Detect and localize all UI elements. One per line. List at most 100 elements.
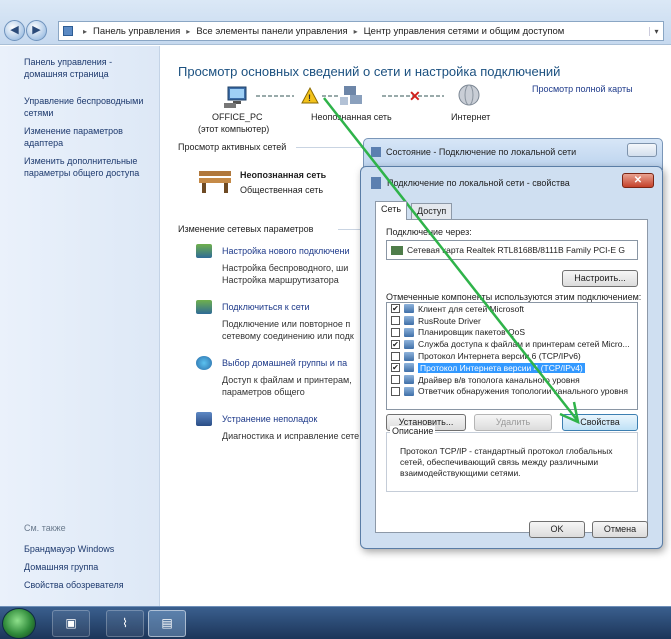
active-networks-heading: Просмотр активных сетей [178, 142, 287, 152]
component-icon [404, 363, 414, 373]
back-icon[interactable]: ◀ [4, 20, 25, 41]
task-desc: Доступ к файлам и принтерам, [222, 375, 352, 385]
chart-icon[interactable]: ⌇ [106, 610, 144, 637]
network-card-icon [391, 245, 403, 255]
task-desc: Настройка маршрутизатора [222, 275, 339, 285]
network-adapter-icon [371, 177, 381, 189]
component-checkbox[interactable]: ✔ [391, 304, 400, 314]
list-item[interactable]: Планировщик пакетов QoS [387, 327, 637, 339]
task-link[interactable]: Настройка нового подключени [222, 246, 350, 256]
tab-sharing[interactable]: Доступ [411, 203, 453, 219]
breadcrumb-item[interactable]: Все элементы панели управления [196, 26, 347, 37]
sidebar-item-adapter[interactable]: Изменение параметров адаптера [24, 125, 156, 149]
component-name: Служба доступа к файлам и принтерам сете… [418, 339, 630, 350]
chevron-right-icon: ▸ [186, 26, 191, 36]
component-icon [404, 375, 414, 385]
chevron-down-icon[interactable]: ▾ [649, 26, 663, 36]
adapter-field: Сетевая карта Realtek RTL8168B/8111B Fam… [386, 240, 638, 260]
component-checkbox[interactable] [391, 327, 400, 337]
pc-name: OFFICE_PC [212, 112, 263, 122]
component-icon [404, 351, 414, 361]
list-item[interactable]: ✔ Служба доступа к файлам и принтерам сет… [387, 338, 637, 350]
list-item[interactable]: ✔ Клиент для сетей Microsoft [387, 303, 637, 315]
task-link[interactable]: Устранение неполадок [222, 414, 317, 424]
components-list: ✔ Клиент для сетей Microsoft RusRoute Dri… [386, 302, 638, 410]
task-link[interactable]: Выбор домашней группы и па [222, 358, 347, 368]
svg-text:✕: ✕ [409, 88, 421, 104]
properties-dialog: Подключение по локальной сети - свойства… [360, 166, 663, 549]
cancel-button[interactable]: Отмена [592, 521, 648, 538]
new-connection-icon [196, 244, 212, 258]
homegroup-icon [196, 356, 212, 370]
component-checkbox[interactable] [391, 351, 400, 361]
active-net-name: Неопознанная сеть [240, 170, 327, 180]
pc-subtitle: (этот компьютер) [198, 124, 270, 134]
breadcrumb[interactable]: ▸ Панель управления ▸ Все элементы панел… [58, 21, 664, 41]
close-button[interactable] [627, 143, 657, 157]
component-name: RusRoute Driver [418, 315, 481, 326]
chevron-right-icon: ▸ [353, 26, 358, 36]
svg-text:!: ! [308, 93, 311, 103]
network-center-icon[interactable]: ▤ [148, 610, 186, 637]
list-item-selected[interactable]: ✔ Протокол Интернета версии 4 (TCP/IPv4) [387, 362, 637, 374]
component-icon [404, 339, 414, 349]
see-also-heading: См. также [24, 523, 66, 533]
address-bar: ◀ ▶ ▸ Панель управления ▸ Все элементы п… [0, 0, 671, 45]
properties-button[interactable]: Свойства [562, 414, 638, 431]
warning-icon: ! [301, 86, 319, 104]
components-label: Отмеченные компоненты используются этим … [386, 292, 642, 302]
list-item[interactable]: Ответчик обнаружения топологии канальног… [387, 386, 637, 398]
component-checkbox[interactable] [391, 375, 400, 385]
disconnected-icon: ✕ [409, 88, 421, 104]
task-desc: сетевому соединению или подк [222, 331, 354, 341]
breadcrumb-item[interactable]: Панель управления [93, 26, 180, 37]
description-text: Протокол TCP/IP - стандартный протокол г… [400, 446, 613, 478]
network-map-graphic: ! ✕ [224, 84, 480, 108]
list-item[interactable]: RusRoute Driver [387, 315, 637, 327]
tab-network[interactable]: Сеть [375, 201, 408, 220]
map-internet: Интернет [451, 112, 491, 122]
component-icon [404, 327, 414, 337]
adapter-name: Сетевая карта Realtek RTL8168B/8111B Fam… [407, 245, 626, 255]
taskbar: ▣ ⌇ ▤ [0, 606, 671, 639]
sidebar-item-home[interactable]: Панель управления - домашняя страница [24, 56, 156, 80]
component-checkbox[interactable] [391, 386, 400, 396]
active-net-type: Общественная сеть [240, 185, 324, 195]
component-checkbox[interactable]: ✔ [391, 339, 400, 349]
task-desc: Подключение или повторное п [222, 319, 351, 329]
sidebar-item-firewall[interactable]: Брандмауэр Windows [24, 543, 156, 555]
close-icon[interactable]: ✕ [622, 173, 654, 188]
component-checkbox[interactable]: ✔ [391, 363, 400, 373]
map-unknown-net: Неопознанная сеть [311, 112, 392, 122]
start-button[interactable] [2, 608, 36, 639]
task-desc: параметров общего [222, 387, 305, 397]
troubleshoot-icon [196, 412, 212, 426]
component-name: Протокол Интернета версии 6 (TCP/IPv6) [418, 351, 581, 362]
configure-button[interactable]: Настроить... [562, 270, 638, 287]
globe-icon [458, 84, 480, 106]
divider [296, 147, 362, 148]
component-name: Драйвер в/в тополога канального уровня [418, 374, 580, 385]
component-icon [404, 304, 414, 314]
breadcrumb-item[interactable]: Центр управления сетями и общим доступом [364, 26, 565, 37]
connect-via-label: Подключение через: [386, 227, 472, 237]
list-item[interactable]: Драйвер в/в тополога канального уровня [387, 374, 637, 386]
network-icon [340, 86, 362, 105]
explorer-icon[interactable]: ▣ [52, 610, 90, 637]
change-settings-heading: Изменение сетевых параметров [178, 224, 314, 234]
computer-icon [224, 86, 247, 108]
full-map-link[interactable]: Просмотр полной карты [532, 84, 633, 94]
task-desc: Настройка беспроводного, ши [222, 263, 349, 273]
divider [338, 229, 362, 230]
sidebar-item-internet-options[interactable]: Свойства обозревателя [24, 579, 156, 591]
list-item[interactable]: Протокол Интернета версии 6 (TCP/IPv6) [387, 350, 637, 362]
component-checkbox[interactable] [391, 316, 400, 326]
remove-button[interactable]: Удалить [474, 414, 552, 431]
forward-icon[interactable]: ▶ [26, 20, 47, 41]
task-link[interactable]: Подключиться к сети [222, 302, 310, 312]
ok-button[interactable]: OK [529, 521, 585, 538]
sidebar-item-homegroup[interactable]: Домашняя группа [24, 561, 156, 573]
status-dialog-title: Состояние - Подключение по локальной сет… [386, 147, 577, 157]
sidebar-item-sharing[interactable]: Изменить дополнительные параметры общего… [24, 155, 156, 179]
sidebar-item-wireless[interactable]: Управление беспроводными сетями [24, 95, 156, 119]
